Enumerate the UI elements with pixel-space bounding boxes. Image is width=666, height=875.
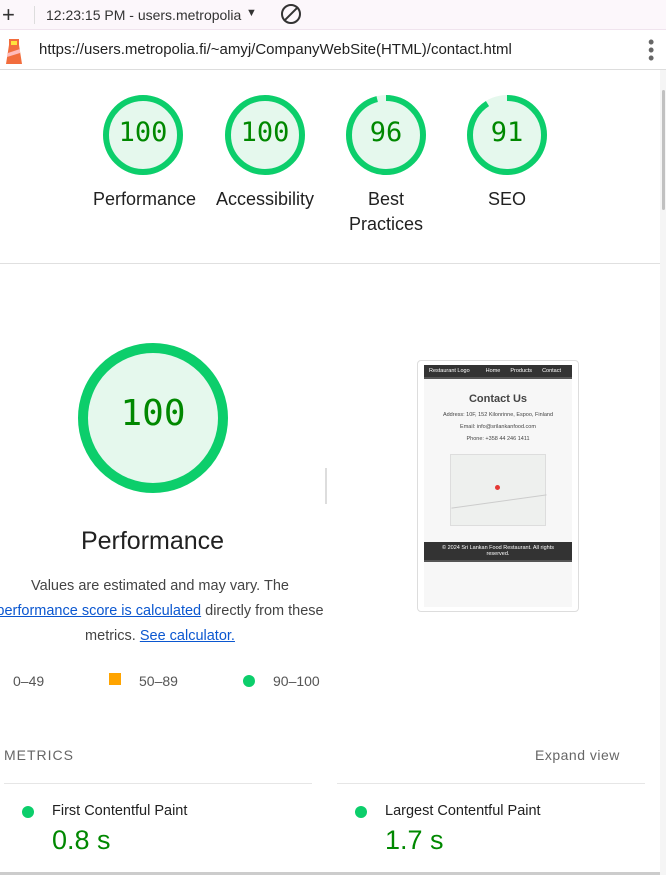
main-description: Values are estimated and may vary. The p…: [0, 574, 330, 649]
thumb-email: Email: info@srilankanfood.com: [460, 424, 536, 430]
gauge-score: 96: [369, 117, 403, 148]
divider: [4, 783, 312, 784]
performance-main-gauge: 100: [53, 343, 253, 493]
main-title: Performance: [80, 527, 225, 555]
main-score: 100: [120, 393, 186, 434]
gauge-accessibility[interactable]: 100 Accessibility: [205, 95, 325, 212]
url-text[interactable]: https://users.metropolia.fi/~amyj/Compan…: [39, 41, 512, 58]
thumb-heading: Contact Us: [468, 393, 528, 405]
metrics-header: METRICS: [4, 747, 74, 763]
gauge-seo[interactable]: 91 SEO: [447, 95, 567, 212]
browser-tab-bar: + 12:23:15 PM - users.metropolia ▼: [0, 0, 666, 30]
gauge-score: 100: [118, 117, 168, 148]
gauge-label: Best Practices: [348, 189, 424, 234]
legend-pass: 90–100: [273, 673, 320, 689]
divider: [337, 783, 645, 784]
new-tab-icon[interactable]: +: [2, 2, 15, 28]
pass-dot-icon: [22, 806, 34, 818]
metric-fcp: First Contentful Paint 0.8 s: [22, 803, 187, 855]
url-bar: https://users.metropolia.fi/~amyj/Compan…: [0, 30, 666, 70]
divider: [34, 6, 35, 24]
thumb-phone: Phone: +358 44 246 1411: [466, 436, 530, 442]
thumb-address: Address: 10F, 152 Kilonrinne, Espoo, Fin…: [442, 412, 554, 418]
gauge-label: SEO: [487, 189, 526, 209]
block-icon[interactable]: [281, 4, 301, 24]
tab-title[interactable]: 12:23:15 PM - users.metropolia: [46, 7, 246, 23]
gauge-best-practices[interactable]: 96 Best Practices: [326, 95, 446, 237]
legend-fail: 0–49: [13, 673, 45, 689]
scrollbar-thumb[interactable]: [662, 90, 665, 210]
expand-view-button[interactable]: Expand view: [535, 747, 620, 763]
divider: [325, 468, 327, 504]
score-calculated-link[interactable]: performance score is calculated: [0, 603, 201, 619]
metric-lcp: Largest Contentful Paint 1.7 s: [355, 803, 541, 855]
page-screenshot-thumbnail[interactable]: Restaurant Logo Home Products Contact Conta…: [417, 360, 579, 612]
legend-average: 50–89: [139, 673, 178, 689]
thumb-map: [450, 454, 547, 526]
pass-dot-icon: [355, 806, 367, 818]
pass-dot-icon: [243, 674, 255, 692]
gauge-score: 100: [240, 117, 290, 148]
thumb-footer: © 2024 Sri Lankan Food Restaurant. All r…: [424, 542, 572, 562]
tab-dropdown-icon[interactable]: ▼: [246, 7, 257, 19]
average-square-icon: [109, 673, 121, 685]
gauge-label: Accessibility: [215, 189, 315, 209]
lighthouse-icon: [6, 39, 22, 64]
divider: [0, 263, 660, 264]
see-calculator-link[interactable]: See calculator.: [140, 628, 235, 644]
gauge-score: 91: [490, 117, 524, 148]
thumb-nav: Restaurant Logo Home Products Contact: [424, 365, 572, 379]
gauge-label: Performance: [93, 189, 197, 209]
gauge-performance[interactable]: 100 Performance: [83, 95, 203, 212]
more-menu-icon[interactable]: • • •: [648, 33, 654, 67]
